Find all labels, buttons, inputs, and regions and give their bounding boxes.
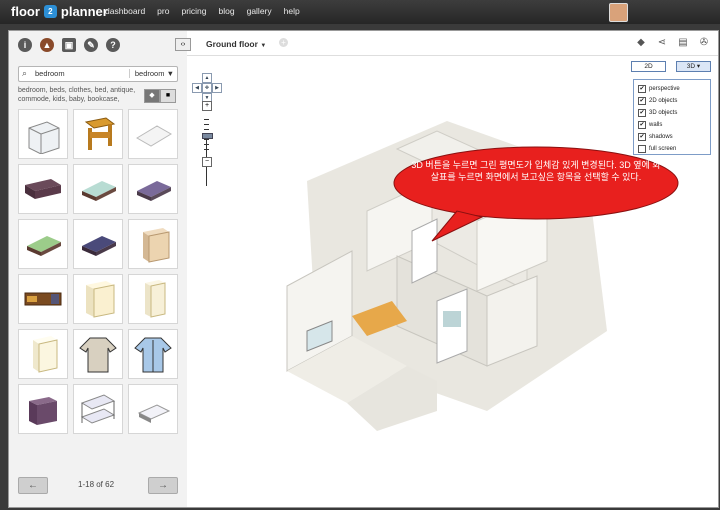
3d-options-menu: ✔ perspective ✔ 2D objects ✔ 3D objects ✔ wa… bbox=[633, 79, 711, 155]
top-bar: floor 2 planner dashboard pro pricing bl… bbox=[0, 0, 720, 24]
pan-right-icon[interactable]: ▶ bbox=[212, 83, 222, 93]
rug-icon bbox=[136, 125, 172, 147]
pan-left-icon[interactable]: ◀ bbox=[192, 83, 202, 93]
prev-page-button[interactable]: ← bbox=[18, 477, 48, 494]
item-rug-white[interactable] bbox=[128, 109, 178, 159]
library-search[interactable]: ⌕ bedroom bedroom ▼ bbox=[18, 66, 178, 82]
library-view-toggle: ◆ ■ bbox=[144, 89, 176, 103]
search-input[interactable]: bedroom bbox=[35, 69, 65, 78]
item-dresser-purple[interactable] bbox=[18, 384, 68, 434]
bunk-bed-icon bbox=[80, 394, 116, 424]
item-sweater[interactable] bbox=[73, 329, 123, 379]
center-icon[interactable]: ✥ bbox=[202, 83, 212, 93]
logo-text-right: planner bbox=[60, 4, 108, 19]
checkbox-icon[interactable]: ✔ bbox=[638, 133, 646, 141]
furniture-icon[interactable]: ▲ bbox=[40, 38, 54, 52]
item-wardrobe-tall[interactable] bbox=[128, 274, 178, 324]
paint-icon[interactable]: ✎ bbox=[84, 38, 98, 52]
nav-help[interactable]: help bbox=[284, 6, 300, 16]
sidebar-tools: i ▲ ▣ ✎ ? bbox=[18, 38, 120, 52]
avatar[interactable] bbox=[609, 3, 628, 22]
item-dresser-white[interactable] bbox=[18, 109, 68, 159]
item-tv-cabinet[interactable] bbox=[18, 274, 68, 324]
app-frame: i ▲ ▣ ✎ ? ⌕ bedroom bedroom ▼ bedroom, b… bbox=[8, 30, 719, 508]
view-3d-button[interactable]: 3D ▾ bbox=[676, 61, 711, 72]
checkbox-icon[interactable]: ✔ bbox=[638, 121, 646, 129]
nightstand-icon bbox=[84, 117, 116, 150]
zoom-out-icon[interactable]: − bbox=[202, 157, 212, 167]
view-2d-button[interactable]: 2D bbox=[631, 61, 666, 72]
option-full-screen[interactable]: full screen bbox=[638, 145, 676, 153]
single-bed-icon bbox=[137, 404, 171, 423]
nav-pricing[interactable]: pricing bbox=[181, 6, 206, 16]
bed-green-icon bbox=[27, 236, 61, 256]
floorplanner-logo[interactable]: floor 2 planner bbox=[11, 4, 108, 19]
library-pager: ← 1-18 of 62 → bbox=[18, 477, 178, 495]
checkbox-icon[interactable]: ✔ bbox=[638, 109, 646, 117]
chest-icon bbox=[25, 179, 61, 199]
option-shadows[interactable]: ✔ shadows bbox=[638, 133, 673, 141]
2d-view-icon[interactable]: ■ bbox=[160, 89, 176, 103]
item-chest-dark[interactable] bbox=[18, 164, 68, 214]
nav-pro[interactable]: pro bbox=[157, 6, 169, 16]
view-mode-buttons: 2D 3D ▾ bbox=[631, 61, 711, 72]
chevron-down-icon: ▼ bbox=[166, 69, 174, 78]
zoom-in-icon[interactable]: + bbox=[202, 101, 212, 111]
search-tags[interactable]: bedroom, beds, clothes, bed, antique, co… bbox=[18, 86, 140, 104]
bed-navy-icon bbox=[82, 236, 116, 256]
tv-cabinet-icon bbox=[24, 292, 62, 306]
bed-purple-icon bbox=[137, 181, 171, 201]
bed-mint-icon bbox=[82, 181, 116, 201]
wardrobe-cream-icon bbox=[86, 281, 115, 318]
library-sidebar: i ▲ ▣ ✎ ? ⌕ bedroom bedroom ▼ bedroom, b… bbox=[9, 31, 188, 507]
pan-up-icon[interactable]: ▲ bbox=[202, 73, 212, 83]
nav-gallery[interactable]: gallery bbox=[247, 6, 272, 16]
checkbox-icon[interactable]: ✔ bbox=[638, 85, 646, 93]
dresser-tall-icon bbox=[143, 228, 170, 263]
checkbox-icon[interactable]: ✔ bbox=[638, 97, 646, 105]
item-bed-purple[interactable] bbox=[128, 164, 178, 214]
editor-canvas[interactable]: ‹› Ground floor ▼ + ◆ ⋖ ▤ ✇ 3D 버튼을 누르면 그… bbox=[175, 31, 718, 507]
nav-dashboard[interactable]: dashboard bbox=[105, 6, 145, 16]
category-select[interactable]: bedroom ▼ bbox=[128, 69, 174, 78]
item-single-bed[interactable] bbox=[128, 384, 178, 434]
furniture-grid bbox=[18, 109, 178, 434]
photo-icon[interactable]: ▣ bbox=[62, 38, 76, 52]
item-cabinet-white[interactable] bbox=[18, 329, 68, 379]
item-bed-mint[interactable] bbox=[73, 164, 123, 214]
item-dresser-tall[interactable] bbox=[128, 219, 178, 269]
option-2d-objects[interactable]: ✔ 2D objects bbox=[638, 97, 677, 105]
sweater-icon bbox=[79, 337, 117, 373]
3d-view-icon[interactable]: ◆ bbox=[144, 89, 160, 103]
next-page-button[interactable]: → bbox=[148, 477, 178, 494]
checkbox-icon[interactable] bbox=[638, 145, 646, 153]
logo-mark: 2 bbox=[43, 5, 57, 18]
help-icon[interactable]: ? bbox=[106, 38, 120, 52]
item-bunk-bed[interactable] bbox=[73, 384, 123, 434]
nav-blog[interactable]: blog bbox=[219, 6, 235, 16]
item-shirt[interactable] bbox=[128, 329, 178, 379]
dresser-white-icon bbox=[28, 121, 60, 154]
search-icon: ⌕ bbox=[22, 68, 28, 78]
item-nightstand-wood[interactable] bbox=[73, 109, 123, 159]
info-icon[interactable]: i bbox=[18, 38, 32, 52]
item-bed-green[interactable] bbox=[18, 219, 68, 269]
category-value: bedroom bbox=[134, 69, 165, 78]
dresser-purple-icon bbox=[29, 397, 57, 425]
cabinet-white-icon bbox=[33, 336, 58, 373]
page-indicator: 1-18 of 62 bbox=[78, 480, 115, 489]
top-nav: dashboard pro pricing blog gallery help bbox=[105, 6, 300, 16]
callout-text: 3D 버튼을 누르면 그린 평면도가 입체감 있게 변경된다. 3D 옆에 화살… bbox=[411, 160, 661, 182]
item-wardrobe-cream[interactable] bbox=[73, 274, 123, 324]
wardrobe-tall-icon bbox=[145, 280, 166, 318]
option-walls[interactable]: ✔ walls bbox=[638, 121, 662, 129]
shirt-icon bbox=[134, 337, 172, 373]
item-bed-navy[interactable] bbox=[73, 219, 123, 269]
logo-text-left: floor bbox=[11, 4, 40, 19]
option-3d-objects[interactable]: ✔ 3D objects bbox=[638, 109, 677, 117]
option-perspective[interactable]: ✔ perspective bbox=[638, 85, 680, 93]
